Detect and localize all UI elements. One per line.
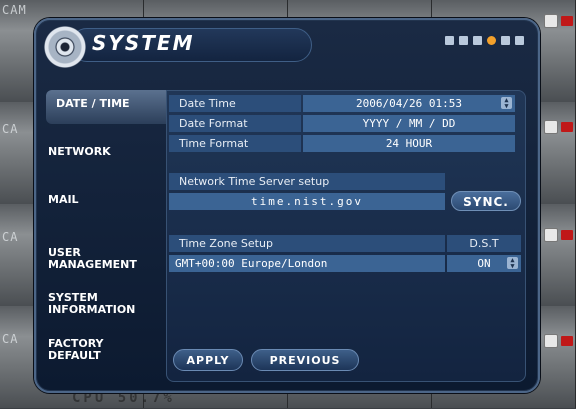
- date-time-label: Date Time: [169, 95, 301, 112]
- apply-button[interactable]: APPLY: [173, 349, 243, 371]
- menu-item-label: MAIL: [48, 193, 79, 206]
- monitor-icon: [445, 36, 454, 45]
- gear-logo-icon: [42, 24, 88, 70]
- menu-item-system-information[interactable]: SYSTEM INFORMATION: [48, 280, 168, 316]
- menu-item-label: DATE / TIME: [56, 97, 130, 110]
- time-format-label: Time Format: [169, 135, 301, 152]
- spinner-icon[interactable]: ▲ ▼: [501, 97, 512, 110]
- camera-label: CA: [2, 230, 19, 244]
- date-format-label: Date Format: [169, 115, 301, 132]
- dialog-header: SYSTEM: [36, 20, 538, 72]
- time-format-field[interactable]: 24 HOUR: [303, 135, 515, 152]
- menu-item-label: NETWORK: [48, 145, 111, 158]
- camera-label: CAM: [2, 3, 27, 17]
- menu-item-mail[interactable]: MAIL: [48, 194, 168, 206]
- record-indicator-icon: [561, 16, 573, 26]
- menu-item-label: USER MANAGEMENT: [48, 246, 137, 271]
- record-indicator-icon: [561, 230, 573, 240]
- camera-monitor-icon: [544, 120, 558, 134]
- record-indicator-icon: [561, 336, 573, 346]
- menu-item-label: SYSTEM INFORMATION: [48, 291, 136, 316]
- dst-select[interactable]: ON ▲ ▼: [447, 255, 521, 272]
- dialog-title: SYSTEM: [92, 31, 195, 55]
- timezone-section-header: Time Zone Setup: [169, 235, 445, 252]
- menu-item-date-time[interactable]: DATE / TIME: [46, 90, 170, 124]
- menu-item-user-management[interactable]: USER MANAGEMENT: [48, 235, 168, 271]
- camera-monitor-icon: [544, 334, 558, 348]
- date-time-value: 2006/04/26 01:53: [356, 97, 462, 110]
- date-time-panel: Date Time 2006/04/26 01:53 ▲ ▼ Date Forma…: [166, 90, 526, 382]
- dst-header: D.S.T: [447, 235, 521, 252]
- date-format-field[interactable]: YYYY / MM / DD: [303, 115, 515, 132]
- menu-item-factory-default[interactable]: FACTORY DEFAULT: [48, 326, 168, 362]
- menu-item-network[interactable]: NETWORK: [48, 146, 168, 158]
- camera-monitor-icon: [544, 228, 558, 242]
- spinner-icon[interactable]: ▲ ▼: [507, 257, 518, 270]
- flag-icon: [459, 36, 468, 45]
- sun-icon: [487, 36, 496, 45]
- ntp-section-header: Network Time Server setup: [169, 173, 445, 190]
- camera-monitor-icon: [544, 14, 558, 28]
- header-icon-bar: [445, 36, 524, 45]
- bell-icon: [501, 36, 510, 45]
- timezone-select[interactable]: GMT+00:00 Europe/London: [169, 255, 445, 272]
- date-time-field[interactable]: 2006/04/26 01:53 ▲ ▼: [303, 95, 515, 112]
- ntp-server-field[interactable]: time.nist.gov: [169, 193, 445, 210]
- camera-label: CA: [2, 332, 19, 346]
- menu-item-label: FACTORY DEFAULT: [48, 337, 104, 362]
- dst-value: ON: [477, 257, 491, 270]
- lock-icon: [515, 36, 524, 45]
- camera-label: CA: [2, 122, 19, 136]
- system-dialog: SYSTEM DATE / TIME NETWORK MAIL USER MAN…: [34, 18, 540, 393]
- sync-button[interactable]: SYNC.: [451, 191, 521, 211]
- record-indicator-icon: [561, 122, 573, 132]
- previous-button[interactable]: PREVIOUS: [251, 349, 359, 371]
- person-icon: [473, 36, 482, 45]
